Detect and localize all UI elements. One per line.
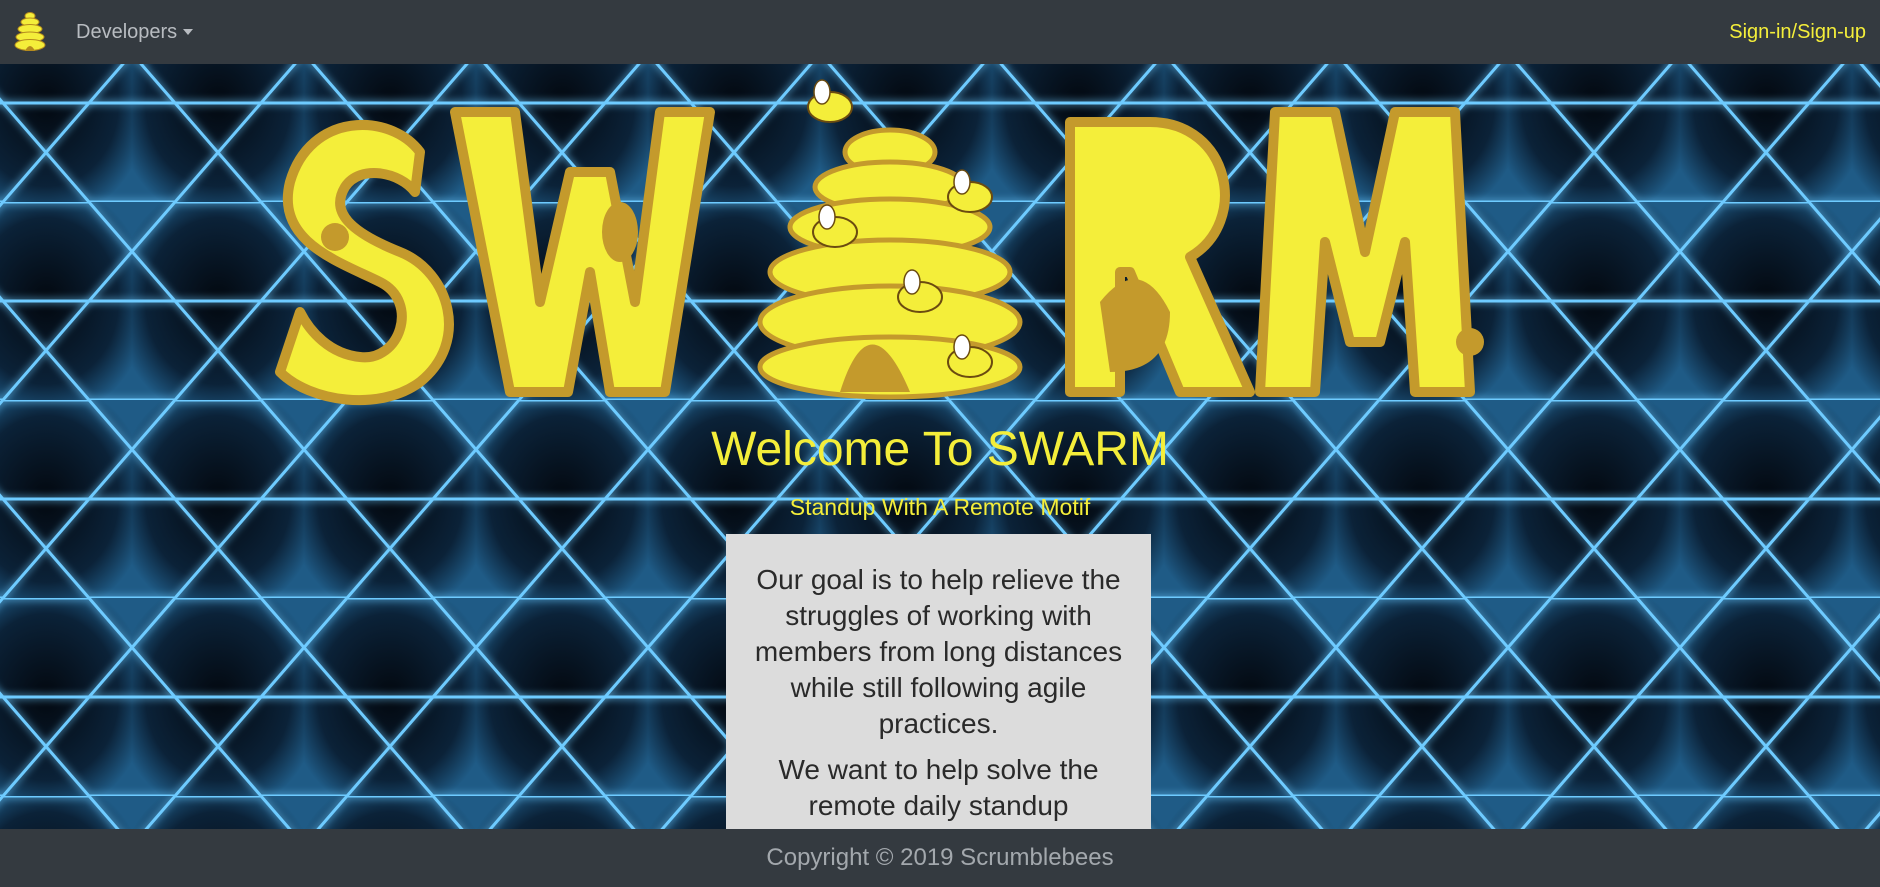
mission-card: Our goal is to help relieve the struggle… [726, 534, 1151, 829]
swarm-logo-image [275, 79, 1484, 406]
mission-paragraph-2: We want to help solve the remote daily s… [778, 754, 1099, 821]
welcome-title: Welcome To SWARM [711, 423, 1169, 476]
footer: Copyright © 2019 Scrumblebees [0, 829, 1880, 887]
beehive-logo-icon[interactable] [12, 10, 48, 54]
tagline: Standup With A Remote Motif [789, 494, 1091, 520]
mission-paragraph-1: Our goal is to help relieve the struggle… [754, 564, 1123, 739]
signin-signup-link[interactable]: Sign-in/Sign-up [1729, 21, 1868, 44]
developers-dropdown[interactable]: Developers [76, 20, 194, 44]
copyright-text: Copyright © 2019 Scrumblebees [766, 844, 1114, 871]
caret-down-icon [183, 29, 194, 35]
hero-section: Welcome To SWARM Standup With A Remote M… [0, 64, 1880, 829]
top-navbar: Developers Sign-in/Sign-up [0, 0, 1880, 64]
developers-label: Developers [76, 20, 178, 43]
